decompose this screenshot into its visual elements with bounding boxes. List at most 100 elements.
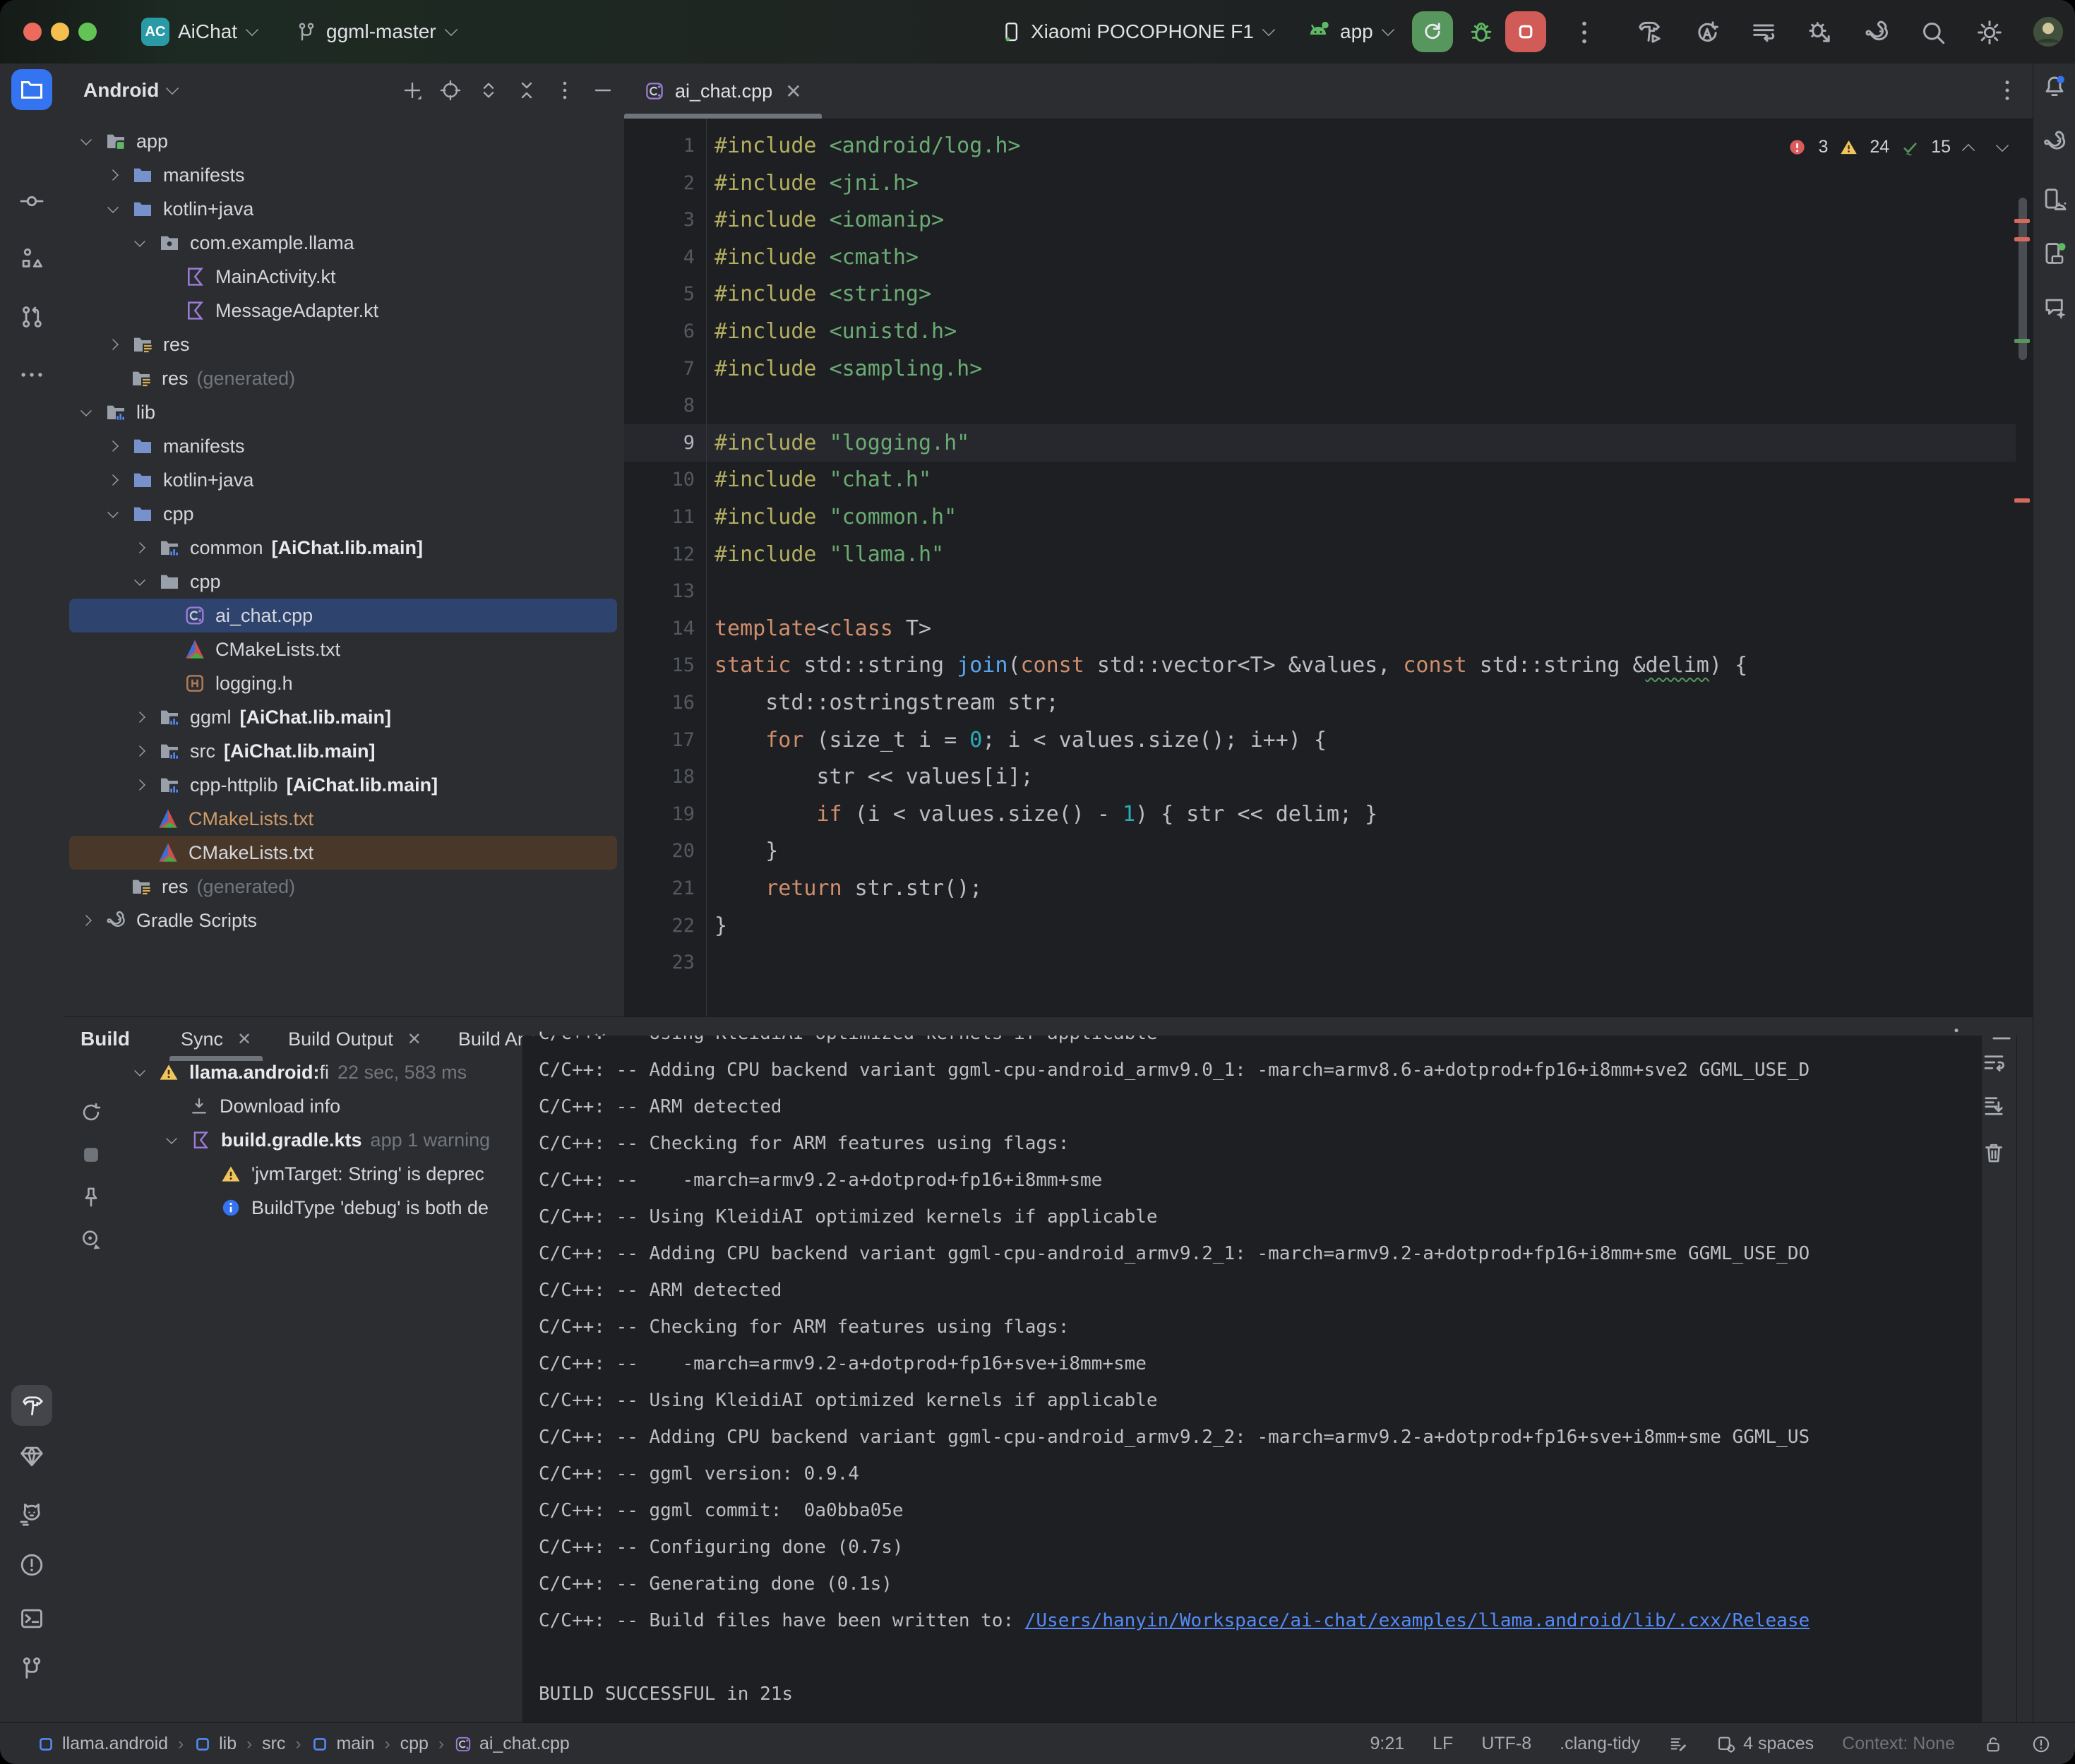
debug-button[interactable] [1467,18,1495,47]
panel-options-kebab-icon[interactable] [554,79,576,102]
caret-position[interactable]: 9:21 [1370,1734,1404,1754]
tree-row-app[interactable]: app [69,124,617,158]
tree-row-res[interactable]: res(generated) [69,870,617,904]
tree-row-cpp-httplib[interactable]: cpp-httplib[AiChat.lib.main] [69,768,617,802]
build-tree-row[interactable]: Download info [113,1089,522,1123]
tree-chevron-icon[interactable] [107,169,119,181]
code-line-13[interactable]: 13 [624,572,2016,610]
error-stripe-mark[interactable] [2014,219,2030,223]
code-line-18[interactable]: 18 str << values[i]; [624,758,2016,796]
collapse-all-icon[interactable] [515,79,538,102]
logcat-tool-icon[interactable] [18,1501,45,1528]
tree-chevron-icon[interactable] [134,542,145,553]
tree-row-logging-h[interactable]: logging.h [69,666,617,700]
tree-chevron-icon[interactable] [107,339,119,350]
breadcrumb-item-lib[interactable]: lib [193,1734,237,1754]
close-window-button[interactable] [23,23,42,41]
search-everywhere-icon[interactable] [1919,18,1947,47]
tree-chevron-icon[interactable] [107,507,119,518]
code-line-15[interactable]: 15static std::string join(const std::vec… [624,647,2016,684]
code-area[interactable]: 1#include <android/log.h>2#include <jni.… [624,119,2033,1016]
app-quality-insights-icon[interactable] [18,1443,45,1470]
tree-row-mainactivity-kt[interactable]: MainActivity.kt [69,260,617,294]
tree-chevron-icon[interactable] [80,405,92,416]
indentation[interactable]: 4 spaces [1716,1734,1814,1754]
tree-chevron-icon[interactable] [107,440,119,452]
code-line-23[interactable]: 23 [624,944,2016,981]
stop-button[interactable] [1505,11,1546,52]
apply-changes-button[interactable] [1693,18,1721,47]
code-line-5[interactable]: 5#include <string> [624,275,2016,313]
change-stripe-mark[interactable] [2014,339,2030,343]
tree-row-kotlin-java[interactable]: kotlin+java [69,192,617,226]
code-line-3[interactable]: 3#include <iomanip> [624,201,2016,239]
build-panel-title[interactable]: Build [80,1017,130,1061]
tree-row-src[interactable]: src[AiChat.lib.main] [69,734,617,768]
commit-tool-icon[interactable] [18,188,45,215]
clang-tidy[interactable]: .clang-tidy [1560,1734,1640,1754]
clear-console-trash-icon[interactable] [1981,1140,2007,1165]
tree-row-res[interactable]: res [69,328,617,361]
build-tree-row[interactable]: build.gradle.ktsapp 1 warning [113,1123,522,1157]
project-view-selector[interactable]: Android [83,79,179,102]
settings-gear-icon[interactable] [1975,18,2004,47]
locate-file-icon[interactable] [439,79,462,102]
breadcrumb-item-cpp[interactable]: cpp [400,1734,429,1754]
code-line-14[interactable]: 14template<class T> [624,610,2016,647]
editor-tab[interactable]: ai_chat.cpp ✕ [624,64,822,119]
build-tool-button-active[interactable] [11,1385,52,1426]
inspections-status-icon[interactable] [2031,1734,2051,1754]
resolve-context[interactable]: Context: None [1842,1734,1955,1754]
code-line-22[interactable]: 22} [624,907,2016,944]
project-selector[interactable]: AC AiChat [141,0,258,64]
build-output-path-link[interactable]: /Users/hanyin/Workspace/ai-chat/examples… [1025,1610,1810,1631]
running-devices-icon[interactable] [2041,240,2068,267]
tree-row-lib[interactable]: lib [69,395,617,429]
tree-chevron-icon[interactable] [134,575,145,586]
tree-row-cmakelists-txt[interactable]: CMakeLists.txt [69,632,617,666]
tree-chevron-icon[interactable] [80,134,92,145]
line-ending[interactable]: LF [1433,1734,1453,1754]
tree-row-cpp[interactable]: cpp [69,497,617,531]
tree-chevron-icon[interactable] [134,745,145,757]
more-tool-windows-icon[interactable] [18,361,45,388]
code-line-2[interactable]: 2#include <jni.h> [624,164,2016,202]
run-configuration-selector[interactable]: app [1305,0,1394,64]
logcat-toolbar-button[interactable] [1750,18,1778,47]
filter-icon[interactable] [79,1228,103,1252]
code-line-4[interactable]: 4#include <cmath> [624,239,2016,276]
build-tab-sync[interactable]: Sync✕ [162,1017,270,1061]
gradle-sync-button[interactable] [1862,18,1891,47]
tree-row-cmakelists-txt[interactable]: CMakeLists.txt [69,802,617,836]
code-line-19[interactable]: 19 if (i < values.size() - 1) { str << d… [624,796,2016,833]
build-project-button[interactable] [1635,18,1663,47]
pin-icon[interactable] [79,1185,103,1209]
code-line-6[interactable]: 6#include <unistd.h> [624,313,2016,350]
code-line-1[interactable]: 1#include <android/log.h> [624,127,2016,164]
code-line-9[interactable]: 9#include "logging.h" [624,424,2016,462]
tree-chevron-icon[interactable] [80,915,92,926]
soft-wrap-icon[interactable] [1981,1050,2007,1075]
close-tab-icon[interactable]: ✕ [237,1029,251,1050]
maximize-window-button[interactable] [78,23,97,41]
minimize-panel-icon[interactable] [1989,1026,2014,1051]
code-line-12[interactable]: 12#include "llama.h" [624,536,2016,573]
code-line-20[interactable]: 20 } [624,832,2016,870]
tree-row-com-example-llama[interactable]: com.example.llama [69,226,617,260]
tree-row-ggml[interactable]: ggml[AiChat.lib.main] [69,700,617,734]
tree-row-ai-chat-cpp[interactable]: ai_chat.cpp [69,599,617,632]
build-tree-row[interactable]: 'jvmTarget: String' is deprec [113,1157,522,1191]
tree-row-gradle-scripts[interactable]: Gradle Scripts [69,904,617,937]
tree-row-cmakelists-txt[interactable]: CMakeLists.txt [69,836,617,870]
breadcrumb-item-llama-android[interactable]: llama.android [37,1734,168,1754]
scroll-to-end-icon[interactable] [1981,1093,2007,1119]
code-line-11[interactable]: 11#include "common.h" [624,498,2016,536]
code-line-7[interactable]: 7#include <sampling.h> [624,350,2016,388]
close-tab-icon[interactable]: ✕ [407,1029,421,1050]
terminal-tool-icon[interactable] [18,1605,45,1632]
gemini-chat-icon[interactable] [2041,295,2068,322]
build-console[interactable]: C/C++: -- Using KleidiAI optimized kerne… [522,1036,1982,1723]
tree-row-res[interactable]: res(generated) [69,361,617,395]
stop-sync-icon[interactable] [79,1143,103,1167]
vcs-branch-selector[interactable]: ggml-master [295,0,458,64]
